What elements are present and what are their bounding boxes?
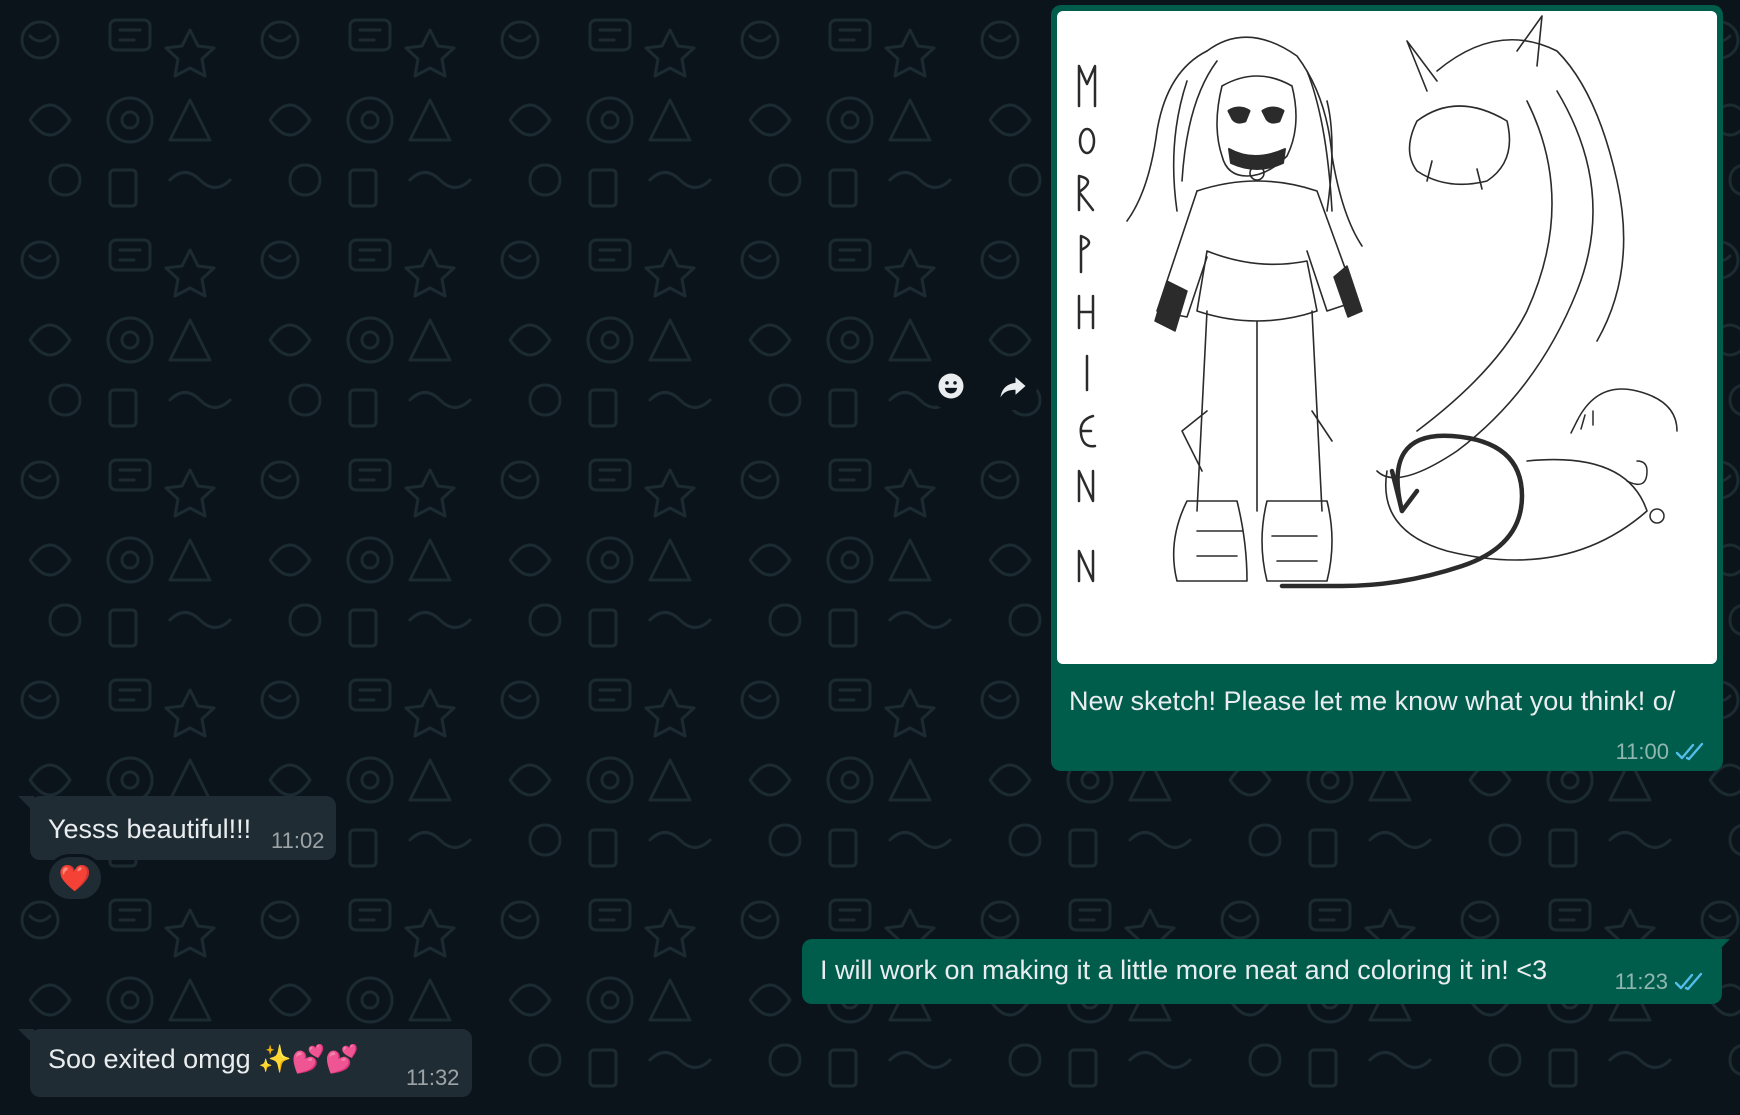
- message-meta: 11:23: [1615, 969, 1706, 995]
- sketch-drawing: [1077, 15, 1678, 589]
- image-caption: New sketch! Please let me know what you …: [1069, 686, 1676, 716]
- message-meta: 11:00: [1616, 739, 1707, 765]
- incoming-message[interactable]: Yesss beautiful!!! 11:02: [30, 796, 336, 860]
- bubble-tail: [18, 796, 34, 812]
- bubble-tail: [18, 1029, 34, 1045]
- double-check-icon: [1674, 972, 1703, 991]
- reaction-badge[interactable]: ❤️: [46, 854, 104, 902]
- message-time: 11:02: [271, 828, 325, 853]
- forward-arrow-icon: [1000, 377, 1026, 398]
- smiley-icon: [938, 373, 964, 399]
- message-time: 11:23: [1614, 969, 1668, 994]
- react-emoji-button[interactable]: [927, 362, 975, 410]
- message-time: 11:00: [1615, 739, 1669, 764]
- sketch-image[interactable]: [1057, 11, 1717, 664]
- bubble-tail: [1714, 939, 1730, 955]
- chat-panel: New sketch! Please let me know what you …: [0, 0, 1740, 1115]
- message-time: 11:32: [406, 1065, 460, 1090]
- incoming-message[interactable]: Soo exited omgg ✨💕💕 11:32: [30, 1029, 472, 1097]
- message-text: Yesss beautiful!!!: [48, 814, 252, 844]
- image-message[interactable]: New sketch! Please let me know what you …: [1051, 5, 1723, 771]
- heart-reaction: ❤️: [58, 863, 92, 893]
- forward-button[interactable]: [989, 362, 1037, 410]
- double-check-icon: [1675, 742, 1704, 761]
- message-text: I will work on making it a little more n…: [820, 955, 1548, 985]
- message-text: Soo exited omgg ✨💕💕: [48, 1044, 359, 1074]
- outgoing-message[interactable]: I will work on making it a little more n…: [802, 939, 1722, 1004]
